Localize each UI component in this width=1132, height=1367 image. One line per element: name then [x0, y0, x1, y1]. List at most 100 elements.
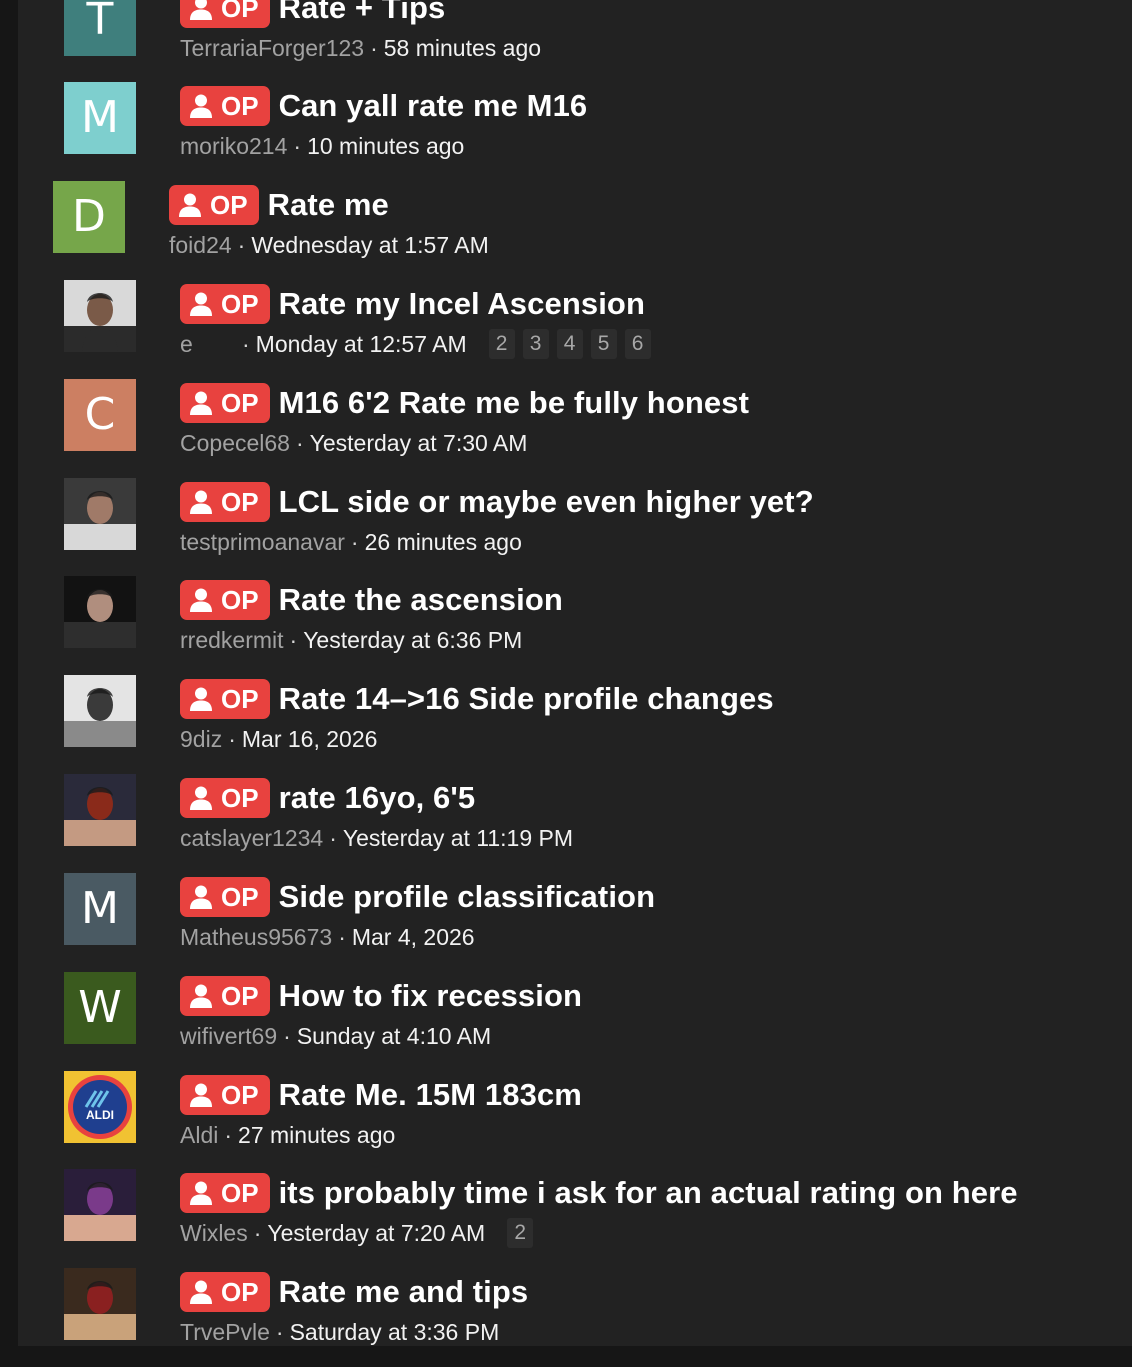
thread-row[interactable]: OP rate 16yo, 6'5 catslayer1234 · Yesterday … — [18, 774, 1132, 873]
thread-title-row: OP its probably time i ask for an actual … — [180, 1173, 1018, 1213]
thread-row[interactable]: T OP Rate + Tips TerrariaForger123 · 58 minut… — [18, 0, 1132, 83]
thread-date-link[interactable]: 58 minutes ago — [384, 35, 541, 62]
page-link[interactable]: 3 — [522, 329, 549, 359]
thread-date-link[interactable]: 27 minutes ago — [238, 1122, 395, 1149]
thread-row[interactable]: OP Rate me and tips TrvePvle · Saturday at 3… — [18, 1268, 1132, 1367]
op-badge-label: OP — [221, 486, 259, 517]
thread-title-link[interactable]: its probably time i ask for an actual ra… — [279, 1175, 1018, 1211]
page-link[interactable]: 6 — [624, 329, 651, 359]
page-link[interactable]: 2 — [507, 1218, 534, 1248]
thread-title-link[interactable]: M16 6'2 Rate me be fully honest — [279, 385, 749, 421]
user-icon — [189, 1180, 213, 1206]
thread-date-link[interactable]: Yesterday at 7:30 AM — [310, 430, 528, 457]
page-link[interactable]: 5 — [590, 329, 617, 359]
profile-photo-icon[interactable] — [64, 675, 136, 747]
thread-author-link[interactable]: foid24 — [169, 232, 232, 259]
thread-date-link[interactable]: Yesterday at 6:36 PM — [303, 627, 522, 654]
thread-date-link[interactable]: 10 minutes ago — [307, 133, 464, 160]
avatar[interactable]: W — [64, 972, 136, 1044]
thread-date-link[interactable]: Monday at 12:57 AM — [256, 331, 467, 358]
thread-meta: TrvePvle · Saturday at 3:36 PM — [180, 1317, 499, 1347]
thread-author-link[interactable]: 9diz — [180, 726, 222, 753]
meta-separator: · — [224, 1121, 233, 1148]
profile-photo-icon[interactable] — [64, 478, 136, 550]
user-icon — [189, 291, 213, 317]
page-link[interactable]: 4 — [556, 329, 583, 359]
avatar[interactable]: M — [64, 82, 136, 154]
thread-meta: Aldi · 27 minutes ago — [180, 1120, 395, 1150]
thread-author-link[interactable]: Aldi — [180, 1122, 218, 1149]
thread-title-row: OP Can yall rate me M16 — [180, 86, 587, 126]
thread-date-link[interactable]: Wednesday at 1:57 AM — [251, 232, 488, 259]
avatar[interactable]: M — [64, 873, 136, 945]
thread-title-link[interactable]: rate 16yo, 6'5 — [279, 780, 476, 816]
thread-title-link[interactable]: LCL side or maybe even higher yet? — [279, 484, 814, 520]
thread-date-link[interactable]: 26 minutes ago — [365, 529, 522, 556]
page-link[interactable]: 2 — [488, 329, 515, 359]
svg-text:ALDI: ALDI — [86, 1108, 114, 1122]
thread-row[interactable]: D OP Rate me foid24 · Wednesday at 1:57 AM — [18, 181, 1132, 280]
meta-separator: · — [289, 626, 298, 653]
thread-author-link[interactable]: TrvePvle — [180, 1319, 270, 1346]
thread-row[interactable]: W OP How to fix recession wifivert69 · Sunday… — [18, 972, 1132, 1071]
thread-title-row: OP Rate Me. 15M 183cm — [180, 1075, 582, 1115]
thread-row[interactable]: M OP Side profile classification Matheus956… — [18, 873, 1132, 972]
thread-row[interactable]: M OP Can yall rate me M16 moriko214 · 10 minu… — [18, 82, 1132, 181]
thread-author-link[interactable]: wifivert69 — [180, 1023, 277, 1050]
thread-title-link[interactable]: Can yall rate me M16 — [279, 88, 588, 124]
profile-photo-icon[interactable] — [64, 1169, 136, 1241]
thread-author-link[interactable]: TerrariaForger123 — [180, 35, 364, 62]
thread-date-link[interactable]: Mar 4, 2026 — [352, 924, 475, 951]
avatar[interactable]: D — [53, 181, 125, 253]
op-badge-label: OP — [221, 683, 259, 714]
thread-meta: e · Monday at 12:57 AM 2 3 4 5 6 — [180, 329, 659, 359]
thread-title-link[interactable]: Rate 14–>16 Side profile changes — [279, 681, 774, 717]
thread-author-link[interactable]: catslayer1234 — [180, 825, 323, 852]
thread-author-link[interactable]: rredkermit — [180, 627, 284, 654]
thread-row[interactable]: OP Rate my Incel Ascension e · Monday at 12:… — [18, 280, 1132, 379]
thread-meta: foid24 · Wednesday at 1:57 AM — [169, 230, 489, 260]
profile-photo-icon[interactable] — [64, 1268, 136, 1340]
user-icon — [189, 390, 213, 416]
thread-author-link[interactable]: Wixles — [180, 1220, 248, 1247]
thread-list: T OP Rate + Tips TerrariaForger123 · 58 minut… — [18, 0, 1132, 1346]
profile-photo-icon[interactable] — [64, 774, 136, 846]
thread-author-link[interactable]: Copecel68 — [180, 430, 290, 457]
thread-author-link[interactable]: e — [180, 331, 236, 358]
thread-row[interactable]: OP its probably time i ask for an actual … — [18, 1169, 1132, 1268]
op-badge: OP — [180, 1075, 270, 1115]
thread-author-link[interactable]: Matheus95673 — [180, 924, 332, 951]
thread-row[interactable]: OP Rate 14–>16 Side profile changes 9diz · M… — [18, 675, 1132, 774]
thread-row[interactable]: C OP M16 6'2 Rate me be fully honest Copece… — [18, 379, 1132, 478]
avatar[interactable]: C — [64, 379, 136, 451]
thread-title-link[interactable]: Side profile classification — [279, 879, 656, 915]
profile-photo-icon[interactable] — [64, 280, 136, 352]
thread-title-link[interactable]: Rate the ascension — [279, 582, 563, 618]
thread-date-link[interactable]: Yesterday at 7:20 AM — [267, 1220, 485, 1247]
profile-photo-icon[interactable] — [64, 576, 136, 648]
thread-title-link[interactable]: Rate me and tips — [279, 1274, 529, 1310]
meta-separator: · — [338, 923, 346, 950]
avatar[interactable]: T — [64, 0, 136, 56]
thread-author-link[interactable]: moriko214 — [180, 133, 287, 160]
op-badge: OP — [180, 778, 270, 818]
thread-row[interactable]: OP LCL side or maybe even higher yet? test… — [18, 478, 1132, 577]
thread-title-link[interactable]: Rate my Incel Ascension — [279, 286, 645, 322]
thread-title-row: OP Side profile classification — [180, 877, 655, 917]
thread-date-link[interactable]: Mar 16, 2026 — [242, 726, 378, 753]
thread-row[interactable]: ALDI OP Rate Me. 15M 183cm Aldi · 27 minutes… — [18, 1071, 1132, 1170]
thread-date-link[interactable]: Sunday at 4:10 AM — [297, 1023, 491, 1050]
thread-title-row: OP Rate me — [169, 185, 389, 225]
op-badge-label: OP — [221, 90, 259, 121]
thread-title-link[interactable]: How to fix recession — [279, 978, 582, 1014]
thread-date-link[interactable]: Saturday at 3:36 PM — [290, 1319, 500, 1346]
thread-title-link[interactable]: Rate Me. 15M 183cm — [279, 1077, 582, 1113]
aldi-logo-icon[interactable]: ALDI — [64, 1071, 136, 1143]
thread-title-link[interactable]: Rate me — [268, 187, 389, 223]
thread-page-jump: 23456 — [488, 329, 659, 359]
thread-row[interactable]: OP Rate the ascension rredkermit · Yesterday… — [18, 576, 1132, 675]
op-badge: OP — [180, 482, 270, 522]
thread-title-link[interactable]: Rate + Tips — [279, 0, 446, 26]
thread-author-link[interactable]: testprimoanavar — [180, 529, 345, 556]
thread-date-link[interactable]: Yesterday at 11:19 PM — [343, 825, 573, 852]
